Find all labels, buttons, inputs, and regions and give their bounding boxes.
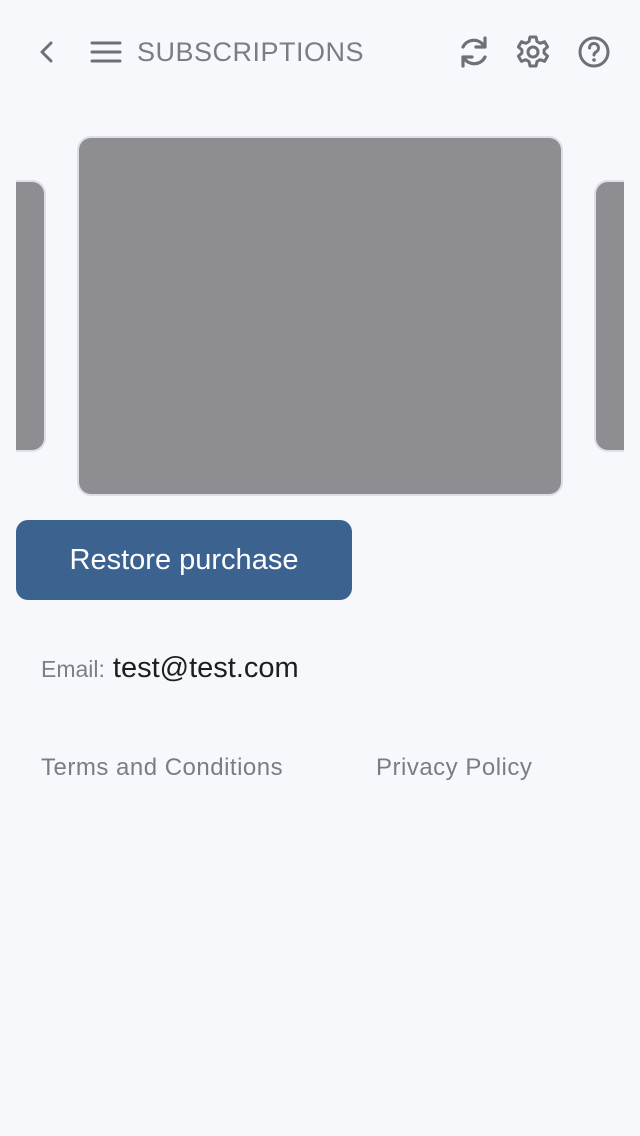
help-button[interactable] bbox=[574, 32, 614, 72]
privacy-policy-link[interactable]: Privacy Policy bbox=[376, 748, 532, 788]
app-header: SUBSCRIPTIONS bbox=[0, 0, 640, 104]
settings-button[interactable] bbox=[513, 32, 553, 72]
menu-button[interactable] bbox=[86, 32, 126, 72]
page-title: SUBSCRIPTIONS bbox=[137, 37, 365, 67]
refresh-button[interactable] bbox=[454, 32, 494, 72]
email-row: Email: test@test.com bbox=[41, 652, 299, 696]
email-label: Email: bbox=[41, 656, 105, 682]
back-button[interactable] bbox=[28, 32, 64, 72]
restore-purchase-button[interactable]: Restore purchase bbox=[16, 520, 352, 600]
previous-plan-card[interactable] bbox=[16, 180, 46, 452]
terms-and-conditions-link[interactable]: Terms and Conditions bbox=[41, 748, 283, 788]
help-circle-icon bbox=[578, 36, 610, 68]
subscriptions-screen: SUBSCRIPTIONS Restore purchase Email: te… bbox=[0, 0, 640, 1136]
current-plan-card[interactable] bbox=[77, 136, 563, 496]
hamburger-menu-icon bbox=[90, 41, 122, 63]
refresh-icon bbox=[461, 36, 487, 68]
next-plan-card[interactable] bbox=[594, 180, 624, 452]
gear-icon bbox=[516, 35, 550, 68]
subscription-carousel[interactable] bbox=[0, 130, 640, 502]
chevron-left-icon bbox=[40, 41, 53, 63]
email-value: test@test.com bbox=[112, 652, 299, 684]
